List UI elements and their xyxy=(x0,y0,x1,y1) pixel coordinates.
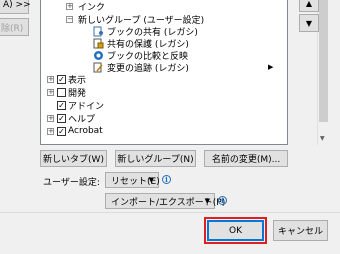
move-up-button[interactable]: ▲ xyxy=(299,0,319,12)
checkbox[interactable]: ✓ xyxy=(57,100,66,110)
compare-merge-icon xyxy=(93,50,104,61)
track-changes-icon xyxy=(93,62,104,73)
command-compare-merge[interactable]: ブックの比較と反映 xyxy=(93,49,188,62)
up-arrow-icon: ▲ xyxy=(305,0,313,8)
expand-icon[interactable]: + xyxy=(47,127,54,135)
checkbox[interactable]: ✓ xyxy=(57,113,66,123)
expand-icon[interactable]: + xyxy=(66,2,73,10)
tab-item-addins[interactable]: ✓ アドイン xyxy=(47,99,105,112)
chevron-down-icon: ▼ xyxy=(204,197,210,205)
expand-icon[interactable]: + xyxy=(47,114,54,122)
command-label: 変更の追跡 (レガシ) xyxy=(107,63,189,74)
footer-divider xyxy=(0,212,340,213)
info-icon: i xyxy=(218,196,227,205)
tab-item-view[interactable]: + ✓ 表示 xyxy=(47,73,87,86)
tab-label: 表示 xyxy=(68,75,87,86)
info-icon: i xyxy=(162,175,171,184)
remove-button-label: 除(R) xyxy=(1,23,24,34)
checkbox[interactable] xyxy=(57,87,66,97)
command-share-workbook[interactable]: ブックの共有 (レガシ) xyxy=(93,25,198,38)
new-tab-button[interactable]: 新しいタブ(W) xyxy=(40,150,107,167)
ribbon-tree-view[interactable]: + インク − 新しいグループ (ユーザー設定) ブックの共有 (レガシ) 共有… xyxy=(40,0,329,145)
expand-icon[interactable]: + xyxy=(47,88,54,96)
protect-sharing-icon xyxy=(93,38,104,49)
tab-item-acrobat[interactable]: + ✓ Acrobat xyxy=(47,125,103,137)
tab-label: アドイン xyxy=(68,101,105,112)
button-label: 名前の変更(M)... xyxy=(211,155,281,165)
move-down-button[interactable]: ▼ xyxy=(299,14,319,32)
tree-item-label: インク xyxy=(78,2,106,13)
tab-label: ヘルプ xyxy=(68,114,96,125)
reset-dropdown[interactable]: リセット(E) ▼ xyxy=(105,172,160,188)
button-label: 新しいタブ(W) xyxy=(43,155,104,165)
new-group-button[interactable]: 新しいグループ(N) xyxy=(115,150,196,167)
button-label: 新しいグループ(N) xyxy=(117,155,194,165)
customizations-label: ユーザー設定: xyxy=(43,178,100,188)
tab-label: 開発 xyxy=(68,88,87,99)
collapse-icon[interactable]: − xyxy=(66,15,73,23)
button-label: OK xyxy=(229,225,242,236)
ok-button[interactable]: OK xyxy=(207,220,264,241)
checkbox[interactable]: ✓ xyxy=(57,74,66,84)
rename-button[interactable]: 名前の変更(M)... xyxy=(204,150,288,167)
down-arrow-icon: ▼ xyxy=(305,18,313,28)
command-track-changes[interactable]: 変更の追跡 (レガシ) xyxy=(93,61,189,74)
share-workbook-icon xyxy=(93,26,104,37)
scroll-thumb[interactable] xyxy=(319,0,328,122)
command-protect-sharing[interactable]: 共有の保護 (レガシ) xyxy=(93,37,189,50)
button-label: キャンセル xyxy=(277,227,323,237)
scroll-down-icon[interactable]: ▼ xyxy=(320,135,325,142)
add-button[interactable]: A) >> xyxy=(0,0,31,14)
submenu-arrow-icon: ▶ xyxy=(268,63,274,71)
chevron-down-icon: ▼ xyxy=(148,176,154,184)
tab-item-help[interactable]: + ✓ ヘルプ xyxy=(47,112,96,125)
tree-item-ink[interactable]: + インク xyxy=(66,0,106,13)
tab-label: Acrobat xyxy=(68,126,103,136)
cancel-button[interactable]: キャンセル xyxy=(273,220,328,241)
expand-icon[interactable]: + xyxy=(47,75,54,83)
checkbox[interactable]: ✓ xyxy=(57,126,66,136)
tab-item-developer[interactable]: + 開発 xyxy=(47,86,87,99)
remove-button[interactable]: 除(R) xyxy=(0,18,29,36)
add-button-label: A) >> xyxy=(3,0,31,10)
tree-item-new-group[interactable]: − 新しいグループ (ユーザー設定) xyxy=(66,13,204,26)
import-export-dropdown[interactable]: インポート/エクスポート(P) ▼ xyxy=(105,193,225,209)
